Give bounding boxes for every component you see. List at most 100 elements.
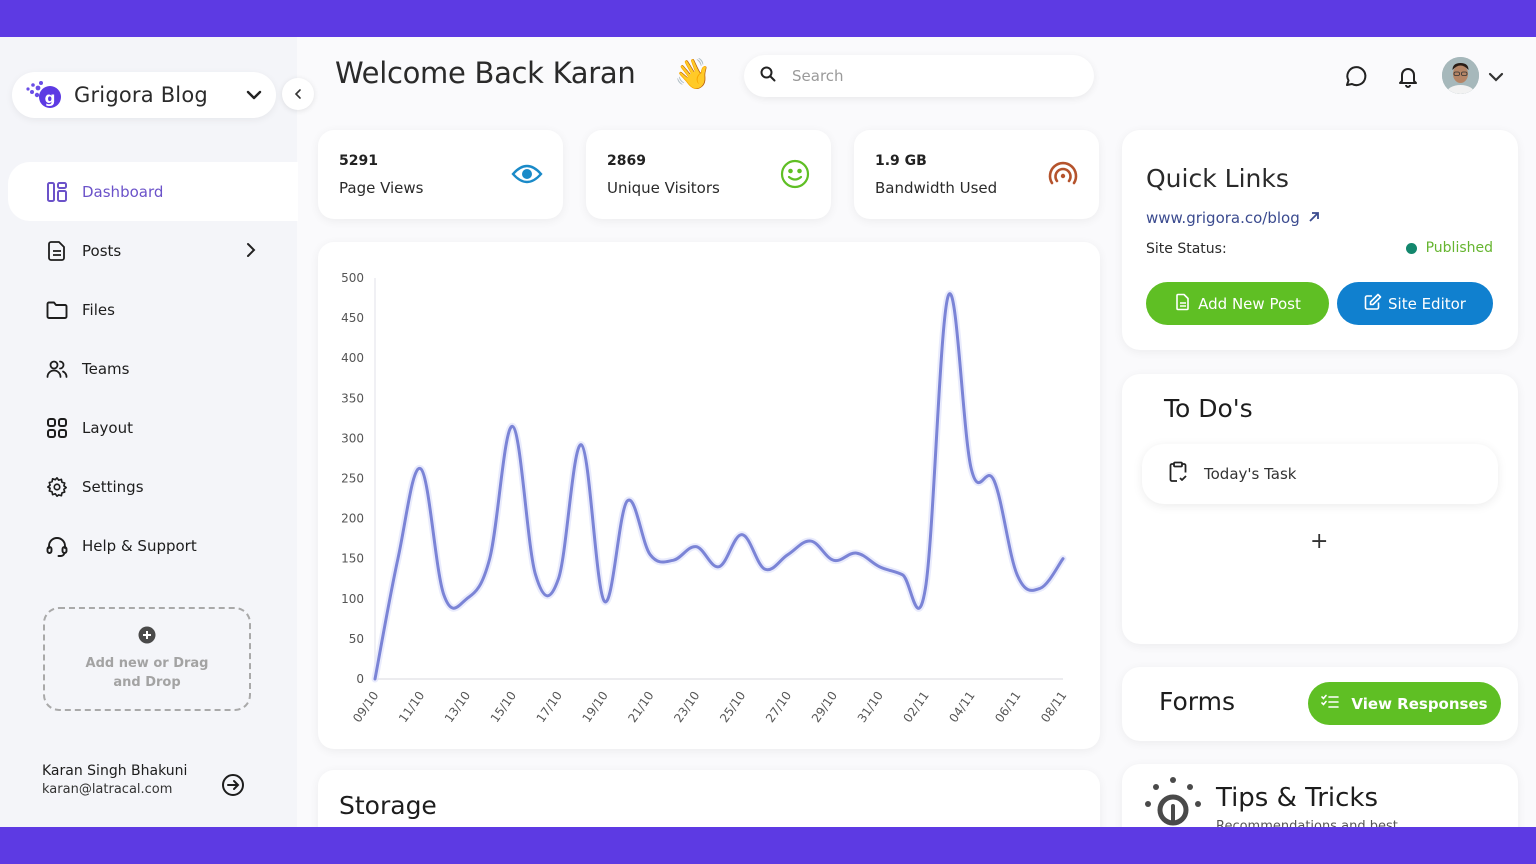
site-url: www.grigora.co/blog (1146, 209, 1300, 227)
user-name: Karan Singh Bhakuni (42, 763, 188, 779)
tips-card: Tips & Tricks Recommendations and best (1122, 764, 1518, 827)
x-tick-label: 27/10 (763, 689, 794, 725)
y-tick-label: 300 (341, 431, 364, 445)
external-link-icon (1308, 209, 1320, 227)
x-tick-label: 04/11 (946, 689, 977, 725)
sidebar-item-label: Files (82, 300, 115, 319)
y-tick-label: 150 (341, 552, 364, 566)
sidebar-item-label: Posts (82, 241, 122, 260)
collapse-sidebar-button[interactable] (282, 78, 314, 110)
stat-value: 5291 (339, 153, 378, 169)
logout-icon[interactable] (221, 773, 245, 801)
sidebar-nav: Dashboard Posts Files Teams Layout Setti… (8, 162, 298, 575)
stat-label: Page Views (339, 179, 424, 197)
sidebar-item-label: Settings (82, 477, 144, 496)
clipboard-check-icon (1168, 461, 1188, 487)
site-editor-label: Site Editor (1388, 294, 1466, 313)
x-tick-label: 06/11 (992, 689, 1023, 725)
storage-card: Storage (318, 770, 1100, 827)
folder-icon (46, 299, 68, 321)
user-email: karan@latracal.com (42, 782, 173, 797)
waving-hand-icon: 👋 (674, 57, 712, 92)
user-profile: Karan Singh Bhakuni karan@latracal.com (42, 763, 187, 797)
site-editor-button[interactable]: Site Editor (1337, 282, 1493, 325)
stat-value: 2869 (607, 153, 646, 169)
grid-icon (46, 417, 68, 439)
x-tick-label: 29/10 (809, 689, 840, 725)
user-avatar[interactable] (1442, 57, 1479, 94)
sidebar-item-posts[interactable]: Posts (8, 221, 298, 280)
stat-card-page-views: 5291 Page Views (318, 130, 563, 219)
search-icon (760, 66, 776, 86)
sidebar-item-label: Dashboard (82, 182, 164, 201)
document-icon (1174, 293, 1198, 315)
plus-circle-icon (138, 626, 156, 648)
dashboard-icon (46, 181, 68, 203)
stat-value: 1.9 GB (875, 153, 927, 169)
site-status-badge: Published (1405, 240, 1493, 256)
sidebar-item-dashboard[interactable]: Dashboard (8, 162, 298, 221)
tips-subtitle: Recommendations and best (1216, 819, 1398, 827)
todos-title: To Do's (1164, 394, 1253, 423)
chevron-left-icon (292, 85, 304, 104)
sidebar-item-label: Help & Support (82, 536, 197, 555)
search-input[interactable] (792, 67, 1072, 85)
top-border (0, 0, 1536, 37)
x-tick-label: 21/10 (625, 689, 656, 725)
x-tick-label: 13/10 (442, 689, 473, 725)
x-tick-label: 02/11 (901, 689, 932, 725)
chevron-down-icon[interactable] (244, 85, 264, 105)
x-tick-label: 09/10 (350, 689, 381, 725)
chevron-down-icon[interactable] (1486, 67, 1506, 91)
bell-icon[interactable] (1396, 64, 1420, 92)
y-tick-label: 100 (341, 592, 364, 606)
smiley-icon (779, 158, 811, 190)
quick-links-card: Quick Links www.grigora.co/blog Site Sta… (1122, 130, 1518, 350)
bottom-border (0, 827, 1536, 864)
sidebar-item-help-support[interactable]: Help & Support (8, 516, 298, 575)
x-tick-label: 11/10 (396, 689, 427, 725)
x-tick-label: 25/10 (717, 689, 748, 725)
x-tick-label: 15/10 (488, 689, 519, 725)
search-bar[interactable] (744, 55, 1094, 97)
view-responses-button[interactable]: View Responses (1308, 682, 1501, 725)
dropzone-label: Add new or Drag and Drop (85, 656, 209, 690)
add-todo-button[interactable]: + (1310, 529, 1328, 554)
document-icon (46, 240, 68, 262)
site-status-label: Site Status: (1146, 241, 1227, 257)
status-dot-icon (1405, 242, 1417, 254)
sidebar-item-files[interactable]: Files (8, 280, 298, 339)
x-tick-label: 08/11 (1038, 689, 1069, 725)
add-new-post-label: Add New Post (1198, 294, 1301, 313)
chat-icon[interactable] (1344, 64, 1368, 92)
edit-icon (1364, 293, 1388, 315)
x-tick-label: 31/10 (855, 689, 886, 725)
sidebar-item-settings[interactable]: Settings (8, 457, 298, 516)
todo-label: Today's Task (1204, 465, 1297, 483)
headset-icon (46, 535, 68, 557)
svg-text:g: g (45, 89, 56, 107)
checklist-icon (1321, 694, 1345, 714)
line-chart: 0 50 100 150 200 250 300 350 400 450 500 09/10 11/10… (341, 271, 1069, 725)
lightbulb-icon (1142, 774, 1204, 827)
add-or-drop-zone[interactable]: Add new or Drag and Drop (43, 607, 251, 711)
y-tick-label: 50 (349, 632, 364, 646)
site-url-link[interactable]: www.grigora.co/blog (1146, 209, 1320, 227)
chevron-right-icon (242, 241, 260, 263)
tips-title: Tips & Tricks (1216, 783, 1379, 813)
y-tick-label: 200 (341, 512, 364, 526)
sidebar-item-teams[interactable]: Teams (8, 339, 298, 398)
add-new-post-button[interactable]: Add New Post (1146, 282, 1329, 325)
quick-links-title: Quick Links (1146, 164, 1289, 193)
eye-icon (511, 158, 543, 190)
page-title: Welcome Back Karan (335, 56, 636, 90)
site-switcher[interactable]: g Grigora Blog (12, 72, 276, 118)
y-tick-label: 250 (341, 472, 364, 486)
x-tick-label: 23/10 (671, 689, 702, 725)
stat-label: Bandwidth Used (875, 179, 998, 197)
sidebar-item-layout[interactable]: Layout (8, 398, 298, 457)
y-tick-label: 400 (341, 351, 364, 365)
site-status-value: Published (1425, 240, 1493, 256)
todo-list-item[interactable]: Today's Task (1142, 444, 1498, 504)
grigora-logo-icon: g (24, 79, 64, 111)
